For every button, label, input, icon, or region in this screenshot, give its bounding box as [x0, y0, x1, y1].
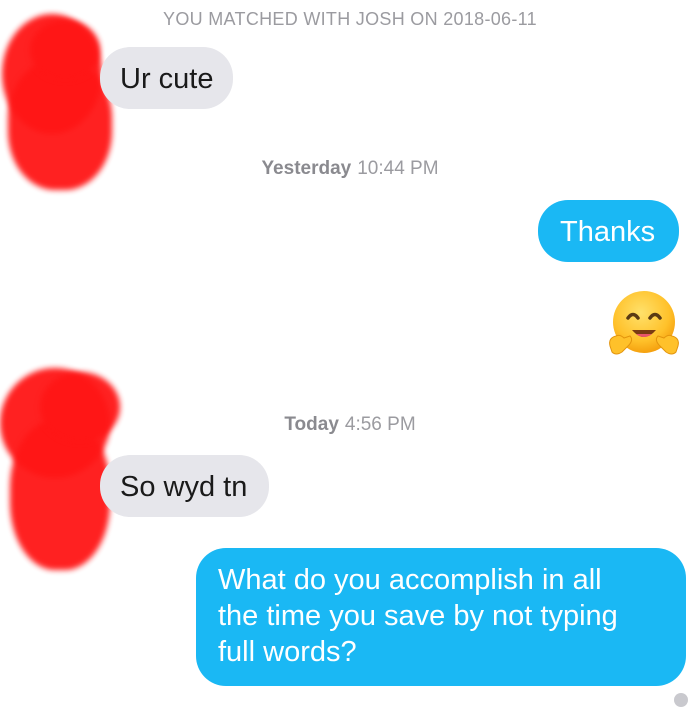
- message-text-line: full words?: [218, 636, 357, 668]
- timestamp-time: 4:56 PM: [344, 414, 416, 435]
- read-indicator-icon: [674, 693, 688, 707]
- message-bubble-incoming[interactable]: So wyd tn: [100, 455, 270, 517]
- timestamp: Today 4:56 PM: [0, 414, 700, 436]
- message-text: So wyd tn: [120, 471, 248, 503]
- message-bubble-incoming[interactable]: Ur cute: [100, 47, 234, 109]
- message-text-line: the time you save by not typing: [218, 600, 618, 632]
- timestamp-day: Yesterday: [261, 158, 352, 179]
- message-text-line: What do you accomplish in all: [218, 564, 602, 596]
- timestamp-time: 10:44 PM: [357, 158, 439, 179]
- message-text: Ur cute: [120, 63, 214, 95]
- message-bubble-outgoing[interactable]: What do you accomplish in all the time y…: [196, 548, 686, 686]
- chat-thread: YOU MATCHED WITH JOSH ON 2018-06-11 Ur c…: [0, 0, 700, 707]
- timestamp: Yesterday 10:44 PM: [0, 158, 700, 180]
- message-text: Thanks: [560, 216, 656, 248]
- hugging-face-emoji-icon: [609, 291, 679, 355]
- message-bubble-outgoing[interactable]: Thanks: [538, 200, 680, 262]
- match-banner: YOU MATCHED WITH JOSH ON 2018-06-11: [163, 9, 537, 29]
- timestamp-day: Today: [284, 414, 339, 435]
